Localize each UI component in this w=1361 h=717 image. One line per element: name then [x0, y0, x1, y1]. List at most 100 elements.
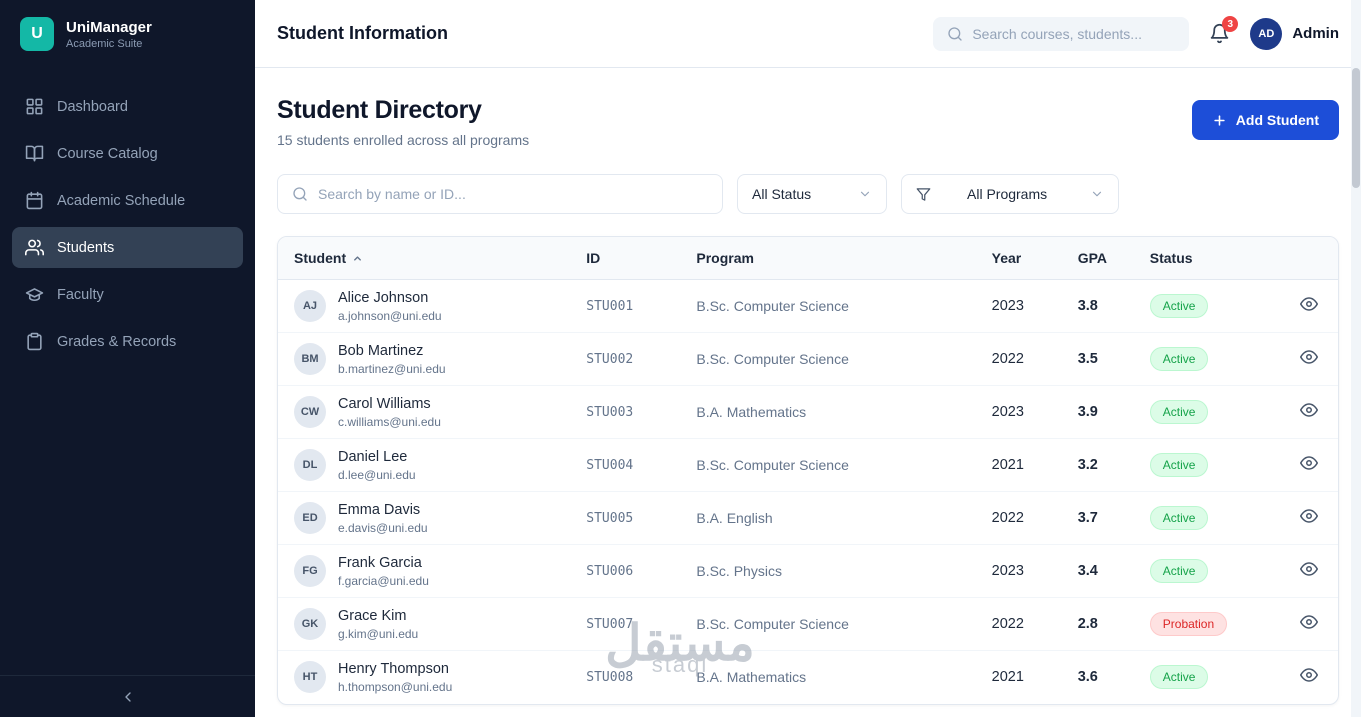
student-id: STU001 — [570, 280, 680, 333]
student-id: STU006 — [570, 545, 680, 598]
avatar: AD — [1250, 18, 1282, 50]
student-id: STU004 — [570, 439, 680, 492]
column-header-status[interactable]: Status — [1134, 237, 1280, 280]
page-scrollbar[interactable] — [1351, 0, 1361, 717]
sidebar-item-grades-records[interactable]: Grades & Records — [12, 321, 243, 362]
column-header-actions — [1280, 237, 1338, 280]
app-name: UniManager — [66, 19, 152, 36]
sidebar-item-students[interactable]: Students — [12, 227, 243, 268]
table-row[interactable]: AJ Alice Johnson a.johnson@uni.edu STU00… — [278, 280, 1338, 333]
notifications-button[interactable]: 3 — [1209, 23, 1230, 44]
table-row[interactable]: DL Daniel Lee d.lee@uni.edu STU004 B.Sc.… — [278, 439, 1338, 492]
user-name: Admin — [1292, 25, 1339, 42]
view-student-button[interactable] — [1300, 295, 1318, 313]
student-gpa: 3.2 — [1062, 439, 1134, 492]
student-gpa: 3.4 — [1062, 545, 1134, 598]
scrollbar-thumb[interactable] — [1352, 68, 1360, 188]
table-row[interactable]: BM Bob Martinez b.martinez@uni.edu STU00… — [278, 333, 1338, 386]
student-name: Emma Davis — [338, 502, 428, 518]
user-menu[interactable]: AD Admin — [1250, 18, 1339, 50]
sidebar-item-faculty[interactable]: Faculty — [12, 274, 243, 315]
sidebar-nav: Dashboard Course Catalog Academic Schedu… — [0, 68, 255, 675]
column-header-id[interactable]: ID — [570, 237, 680, 280]
status-badge: Active — [1150, 506, 1209, 530]
student-email: b.martinez@uni.edu — [338, 362, 446, 376]
search-icon — [947, 26, 963, 42]
column-header-program[interactable]: Program — [680, 237, 975, 280]
view-student-button[interactable] — [1300, 401, 1318, 419]
student-name: Carol Williams — [338, 396, 441, 412]
student-name: Bob Martinez — [338, 343, 446, 359]
student-avatar: HT — [294, 661, 326, 693]
sort-asc-icon — [352, 253, 363, 264]
student-email: d.lee@uni.edu — [338, 468, 416, 482]
student-avatar: ED — [294, 502, 326, 534]
add-student-label: Add Student — [1236, 112, 1319, 128]
student-program: B.Sc. Computer Science — [680, 333, 975, 386]
sidebar-item-dashboard[interactable]: Dashboard — [12, 86, 243, 127]
sidebar-item-label: Students — [57, 240, 114, 256]
student-year: 2022 — [976, 598, 1062, 651]
status-filter-select[interactable]: All Status — [737, 174, 887, 214]
student-avatar: AJ — [294, 290, 326, 322]
add-student-button[interactable]: Add Student — [1192, 100, 1339, 140]
student-email: a.johnson@uni.edu — [338, 309, 442, 323]
view-student-button[interactable] — [1300, 613, 1318, 631]
table-row[interactable]: CW Carol Williams c.williams@uni.edu STU… — [278, 386, 1338, 439]
status-badge: Active — [1150, 294, 1209, 318]
table-search-input[interactable] — [318, 186, 708, 202]
status-badge: Active — [1150, 400, 1209, 424]
global-search-input[interactable] — [972, 26, 1175, 42]
student-program: B.Sc. Physics — [680, 545, 975, 598]
table-row[interactable]: FG Frank Garcia f.garcia@uni.edu STU006 … — [278, 545, 1338, 598]
filter-bar: All Status All Programs — [277, 174, 1339, 214]
student-year: 2022 — [976, 333, 1062, 386]
program-filter-select[interactable]: All Programs — [901, 174, 1119, 214]
eye-icon — [1300, 454, 1318, 472]
content-area: Student Information 3 AD Admin — [255, 0, 1361, 717]
student-gpa: 3.7 — [1062, 492, 1134, 545]
view-student-button[interactable] — [1300, 454, 1318, 472]
column-header-year[interactable]: Year — [976, 237, 1062, 280]
sidebar-item-course-catalog[interactable]: Course Catalog — [12, 133, 243, 174]
status-badge: Active — [1150, 453, 1209, 477]
student-year: 2023 — [976, 545, 1062, 598]
search-icon — [292, 186, 308, 202]
page-subtitle: 15 students enrolled across all programs — [277, 132, 529, 148]
column-header-gpa[interactable]: GPA — [1062, 237, 1134, 280]
column-header-student[interactable]: Student — [278, 237, 570, 280]
student-gpa: 3.9 — [1062, 386, 1134, 439]
student-year: 2021 — [976, 439, 1062, 492]
student-name: Daniel Lee — [338, 449, 416, 465]
app-logo: U — [20, 17, 54, 51]
student-email: e.davis@uni.edu — [338, 521, 428, 535]
view-student-button[interactable] — [1300, 560, 1318, 578]
student-id: STU008 — [570, 651, 680, 704]
student-name: Alice Johnson — [338, 290, 442, 306]
sidebar-collapse-button[interactable] — [120, 689, 136, 705]
student-avatar: BM — [294, 343, 326, 375]
brand: U UniManager Academic Suite — [0, 0, 255, 68]
table-row[interactable]: HT Henry Thompson h.thompson@uni.edu STU… — [278, 651, 1338, 704]
eye-icon — [1300, 666, 1318, 684]
student-id: STU002 — [570, 333, 680, 386]
app-subtitle: Academic Suite — [66, 38, 152, 50]
student-gpa: 3.5 — [1062, 333, 1134, 386]
filter-funnel-icon — [916, 187, 931, 202]
student-email: g.kim@uni.edu — [338, 627, 418, 641]
view-student-button[interactable] — [1300, 507, 1318, 525]
page-header-title: Student Information — [277, 23, 448, 44]
table-row[interactable]: GK Grace Kim g.kim@uni.edu STU007 B.Sc. … — [278, 598, 1338, 651]
view-student-button[interactable] — [1300, 348, 1318, 366]
view-student-button[interactable] — [1300, 666, 1318, 684]
sidebar-item-academic-schedule[interactable]: Academic Schedule — [12, 180, 243, 221]
table-body: AJ Alice Johnson a.johnson@uni.edu STU00… — [278, 280, 1338, 704]
sidebar-footer — [0, 675, 255, 717]
table-header-row: Student ID Program Year GPA Status — [278, 237, 1338, 280]
chevron-down-icon — [1090, 187, 1104, 201]
table-row[interactable]: ED Emma Davis e.davis@uni.edu STU005 B.A… — [278, 492, 1338, 545]
eye-icon — [1300, 401, 1318, 419]
student-program: B.Sc. Computer Science — [680, 280, 975, 333]
student-program: B.Sc. Computer Science — [680, 439, 975, 492]
student-year: 2023 — [976, 280, 1062, 333]
